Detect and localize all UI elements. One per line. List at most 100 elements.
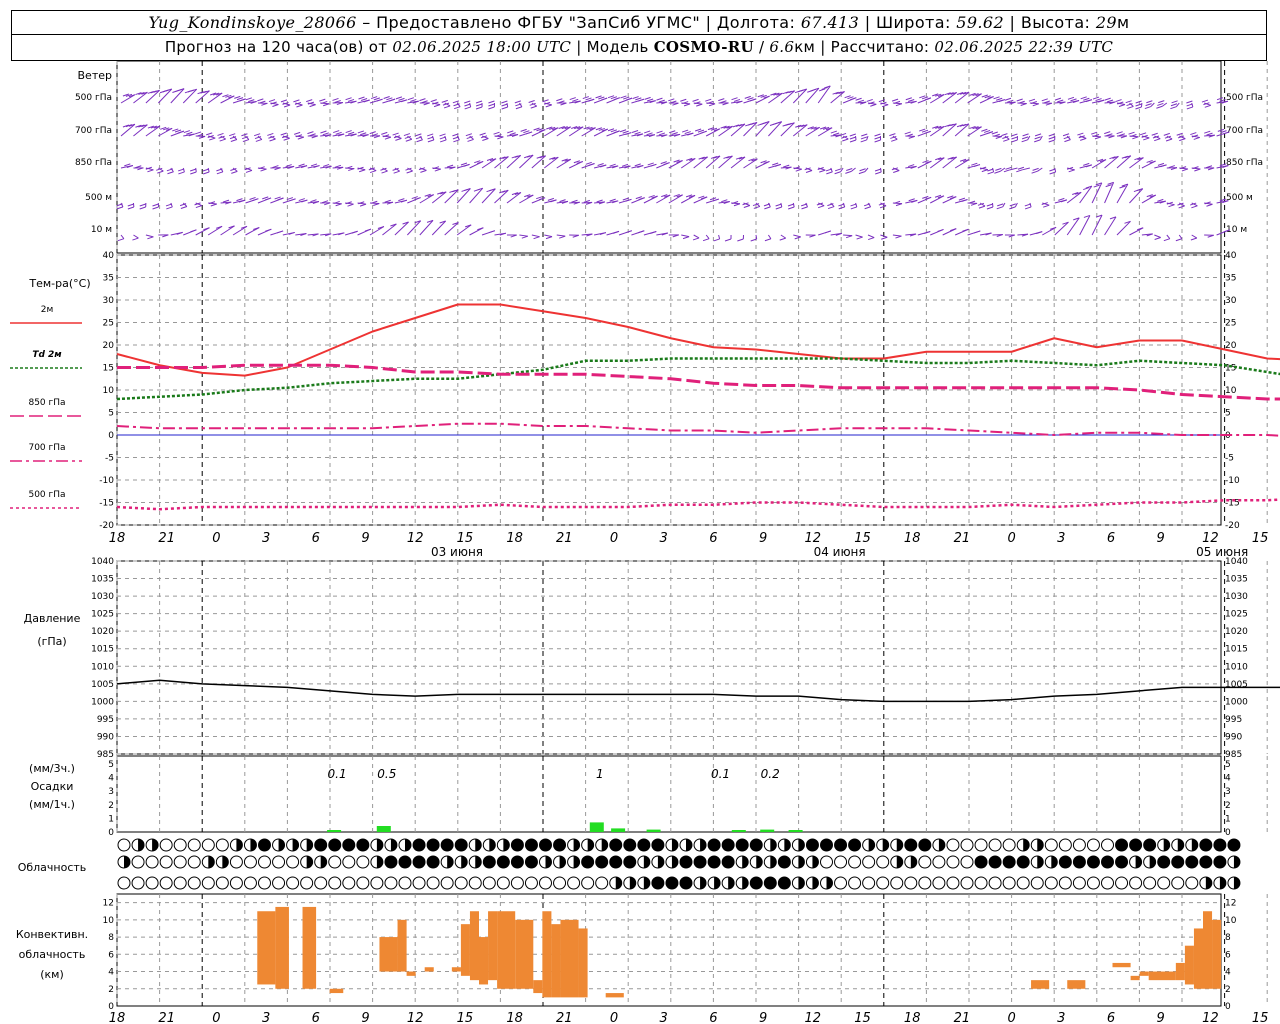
wind-barb xyxy=(942,91,957,104)
cloud-cover-symbol xyxy=(356,838,370,852)
wind-barb xyxy=(917,231,931,236)
precip-ytick-right: 2 xyxy=(1225,801,1231,811)
pressure-unit: (гПа) xyxy=(37,635,66,648)
cloud-cover-symbol xyxy=(988,855,1002,869)
wind-barb xyxy=(1079,162,1093,169)
wind-barb xyxy=(979,94,994,104)
wind-barb xyxy=(800,202,808,210)
wind-barb xyxy=(830,232,843,236)
cloud-cover-symbol xyxy=(342,876,356,890)
wind-barb xyxy=(293,131,304,140)
wind-barb xyxy=(179,202,188,209)
wind-barb xyxy=(382,199,394,205)
wind-barb xyxy=(817,167,826,173)
wind-barb xyxy=(382,223,397,236)
cloud-cover-symbol xyxy=(201,838,215,852)
temp-panel-ytick-right: 5 xyxy=(1225,409,1231,419)
wind-barb xyxy=(1128,131,1139,140)
wind-barb xyxy=(257,228,272,236)
convective-bar xyxy=(542,911,552,998)
wind-barb xyxy=(494,232,506,236)
wind-barb xyxy=(270,230,284,236)
wind-barb xyxy=(183,229,197,236)
cloud-cover-symbol xyxy=(1044,838,1058,852)
wind-barb xyxy=(465,133,474,142)
wind-barb xyxy=(1104,131,1115,139)
temp-panel-ytick-right: 30 xyxy=(1225,296,1237,306)
wind-barb xyxy=(878,202,887,209)
cloud-cover-symbol xyxy=(215,838,229,852)
wind-barb xyxy=(369,200,380,206)
wind-barb xyxy=(1091,131,1102,140)
cloud-cover-symbol xyxy=(637,876,651,890)
cloud-cover-symbol xyxy=(468,838,482,852)
cloud-cover-symbol xyxy=(693,876,707,890)
wind-barb xyxy=(506,154,522,169)
wind-barb xyxy=(183,130,195,137)
wind-barb xyxy=(737,234,744,242)
cloud-cover-symbol xyxy=(1002,876,1016,890)
wind-barb xyxy=(930,228,944,236)
wind-barb xyxy=(406,220,422,236)
wind-barb xyxy=(891,167,900,173)
convective-bar xyxy=(551,924,561,998)
cloud-cover-symbol xyxy=(412,855,426,869)
cloud-cover-symbol xyxy=(960,838,974,852)
precip-bar xyxy=(611,828,626,832)
pressure-panel-ytick-left: 1030 xyxy=(91,592,114,602)
wind-barb xyxy=(369,131,381,139)
cloud-cover-symbol xyxy=(735,838,749,852)
cloud-cover-symbol xyxy=(932,855,946,869)
wind-barb xyxy=(967,92,982,104)
wind-barb xyxy=(793,234,801,240)
wind-barb xyxy=(569,199,580,205)
cloud-cover-symbol xyxy=(988,876,1002,890)
wind-barb xyxy=(1141,159,1156,169)
cloud-cover-symbol xyxy=(834,838,848,852)
pressure-panel-ytick-right: 1015 xyxy=(1225,645,1248,655)
temp-axis-tick-label: 3 xyxy=(262,531,270,546)
bottom-axis-tick-label: 6 xyxy=(1107,1011,1115,1024)
wind-barb xyxy=(1031,167,1043,174)
wind-barb xyxy=(1141,233,1153,237)
wind-barb xyxy=(891,98,903,107)
cloud-cover-symbol xyxy=(454,855,468,869)
wind-barb xyxy=(681,129,694,137)
wind-barb xyxy=(357,228,372,236)
wind-barb xyxy=(345,97,357,104)
wind-barb xyxy=(986,202,994,210)
precip-annotation: 0.5 xyxy=(377,767,396,781)
wind-barb xyxy=(905,198,918,204)
cloud-cover-symbol xyxy=(300,855,314,869)
cloud-cover-symbol xyxy=(974,838,988,852)
cloud-cover-symbol xyxy=(834,876,848,890)
wind-barb xyxy=(979,128,994,137)
wind-barb xyxy=(452,133,460,143)
wind-barb xyxy=(501,100,509,110)
wind-barb xyxy=(842,95,857,104)
cloud-cover-symbol xyxy=(173,876,187,890)
wind-barb xyxy=(593,95,608,104)
cloud-cover-symbol xyxy=(398,876,412,890)
wind-barb xyxy=(1176,132,1186,142)
wind-barb xyxy=(1029,231,1043,236)
wind-barb xyxy=(1154,234,1161,240)
wind-barb xyxy=(793,166,802,172)
wind-barb xyxy=(768,121,783,137)
wind-barb xyxy=(843,234,853,239)
temp-panel-ytick-left: -5 xyxy=(105,454,114,464)
wind-barb xyxy=(427,133,435,143)
wind-barb xyxy=(755,94,770,104)
wind-level-label-left: 850 гПа xyxy=(75,158,112,168)
cloud-cover-symbol xyxy=(314,876,328,890)
cloud-cover-symbol xyxy=(932,876,946,890)
wind-barb xyxy=(556,234,566,239)
wind-barb xyxy=(1141,194,1156,204)
wind-barb xyxy=(892,200,903,207)
wind-barb xyxy=(394,198,408,204)
pressure-panel-ytick-left: 1000 xyxy=(91,697,114,707)
wind-barb xyxy=(282,231,295,236)
cloud-cover-symbol xyxy=(595,855,609,869)
wind-barb xyxy=(207,225,223,236)
cloud-cover-symbol xyxy=(707,838,721,852)
